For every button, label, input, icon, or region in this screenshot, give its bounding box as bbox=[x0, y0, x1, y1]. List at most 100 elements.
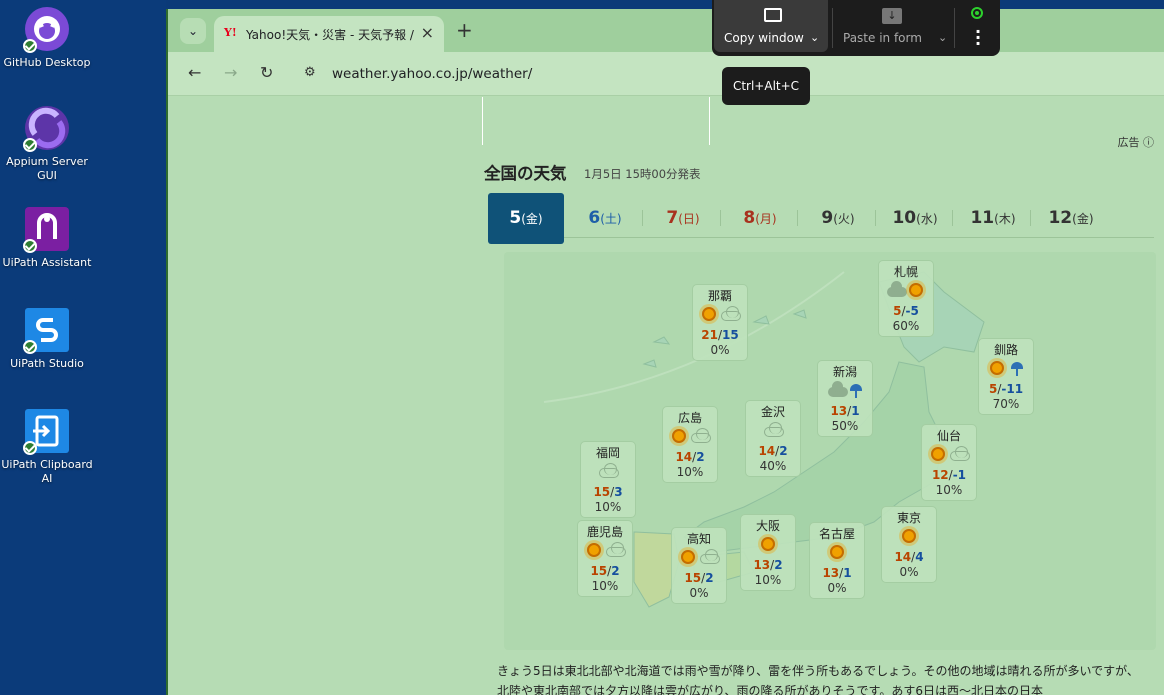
city-name: 高知 bbox=[686, 532, 711, 546]
city-name: 新潟 bbox=[832, 365, 857, 379]
high-temp: 14 bbox=[675, 450, 693, 464]
page-content: 広告 ⓘ 全国の天気 1月5日 15時00分発表 5(金) 6(土) 7(日) 8(月… bbox=[168, 97, 1164, 695]
tab-separator bbox=[1030, 210, 1031, 226]
day-tab-12[interactable]: 12(金) bbox=[1033, 198, 1109, 238]
weekday-label: (金) bbox=[521, 212, 543, 226]
city-forecast-card[interactable]: 札幌 5/-5 60% bbox=[878, 260, 934, 337]
umbrella-icon bbox=[850, 384, 862, 398]
city-forecast-card[interactable]: 新潟 13/1 50% bbox=[817, 360, 873, 437]
desktop-icon-uipath-studio[interactable]: UiPath Studio bbox=[0, 306, 96, 371]
low-temp: -1 bbox=[952, 468, 967, 482]
temperature: 14/2 bbox=[746, 444, 800, 459]
day-tab-10[interactable]: 10(水) bbox=[877, 198, 953, 238]
low-temp: 15 bbox=[722, 328, 739, 342]
reload-icon[interactable]: ↻ bbox=[260, 63, 273, 82]
more-options-icon[interactable]: · · · bbox=[974, 24, 982, 52]
uipath-clipboard-icon bbox=[23, 407, 71, 455]
desktop: GitHub Desktop Appium Server GUI UiPath … bbox=[0, 0, 166, 695]
high-temp: 13 bbox=[753, 558, 771, 572]
tab-yahoo-weather[interactable]: Y! Yahoo!天気・災害 - 天気予報 / 防 × bbox=[214, 16, 444, 52]
day-tab-8[interactable]: 8(月) bbox=[722, 198, 798, 238]
precip-probability: 10% bbox=[591, 579, 619, 593]
tab-search-button[interactable]: ⌄ bbox=[180, 18, 206, 44]
high-temp: 14 bbox=[758, 444, 776, 458]
precip-probability: 60% bbox=[892, 319, 920, 333]
chevron-down-icon[interactable]: ⌄ bbox=[810, 31, 819, 44]
precip-probability: 50% bbox=[831, 419, 859, 433]
cloud-icon bbox=[828, 381, 848, 397]
city-forecast-card[interactable]: 大阪 13/2 10% bbox=[740, 514, 796, 591]
day-tab-11[interactable]: 11(木) bbox=[955, 198, 1031, 238]
desktop-icon-github-desktop[interactable]: GitHub Desktop bbox=[0, 5, 96, 70]
cloud-icon bbox=[581, 461, 635, 485]
day-tab-9[interactable]: 9(火) bbox=[800, 198, 876, 238]
chevron-down-icon[interactable]: ⌄ bbox=[938, 31, 947, 44]
site-info-icon[interactable]: ⚙ bbox=[304, 65, 316, 80]
city-forecast-card[interactable]: 鹿児島 15/2 10% bbox=[577, 520, 633, 597]
desktop-icon-uipath-assistant[interactable]: UiPath Assistant bbox=[0, 205, 96, 270]
desktop-icon-uipath-clipboard-ai[interactable]: UiPath Clipboard AI bbox=[0, 407, 96, 486]
city-name: 名古屋 bbox=[818, 527, 855, 541]
day-tab-7[interactable]: 7(日) bbox=[645, 198, 721, 238]
day-number: 6 bbox=[588, 208, 601, 228]
city-forecast-card[interactable]: 東京 14/4 0% bbox=[881, 506, 937, 583]
sun-icon bbox=[990, 361, 1004, 375]
back-icon[interactable]: ← bbox=[188, 63, 201, 82]
city-forecast-card[interactable]: 高知 15/2 0% bbox=[671, 527, 727, 604]
divider bbox=[832, 8, 833, 48]
precip-probability: 0% bbox=[827, 581, 847, 595]
close-tab-icon[interactable]: × bbox=[421, 23, 434, 42]
weekday-label: (月) bbox=[755, 212, 777, 226]
forward-icon[interactable]: → bbox=[224, 63, 237, 82]
desktop-icon-label: GitHub Desktop bbox=[3, 56, 91, 69]
sun-icon bbox=[830, 545, 844, 559]
umbrella-icon bbox=[1011, 362, 1023, 376]
ad-label[interactable]: 広告 ⓘ bbox=[1118, 134, 1155, 150]
day-number: 7 bbox=[666, 208, 679, 228]
city-forecast-card[interactable]: 福岡 15/3 10% bbox=[580, 441, 636, 518]
yahoo-favicon-icon: Y! bbox=[224, 26, 237, 39]
desktop-icon-label: UiPath Assistant bbox=[2, 256, 92, 269]
sun-icon bbox=[761, 537, 775, 551]
sun-icon bbox=[681, 550, 695, 564]
desktop-icon-label: UiPath Studio bbox=[10, 357, 84, 370]
cloud-icon bbox=[746, 420, 800, 444]
ad-banner[interactable] bbox=[482, 97, 710, 145]
city-forecast-card[interactable]: 那覇 21/15 0% bbox=[692, 284, 748, 361]
city-forecast-card[interactable]: 広島 14/2 10% bbox=[662, 406, 718, 483]
precip-probability: 70% bbox=[992, 397, 1020, 411]
cloud-icon bbox=[764, 422, 784, 437]
low-temp: 2 bbox=[611, 564, 620, 578]
city-name: 釧路 bbox=[993, 343, 1018, 357]
city-forecast-card[interactable]: 名古屋 13/1 0% bbox=[809, 522, 865, 599]
day-tabs: 5(金) 6(土) 7(日) 8(月) 9(火) 10(水) 11(木) 12(金) bbox=[488, 193, 1154, 244]
city-forecast-card[interactable]: 仙台 12/-1 10% bbox=[921, 424, 977, 501]
day-tab-5[interactable]: 5(金) bbox=[488, 193, 564, 244]
forecast-summary: きょう5日は東北北部や北海道では雨や雪が降り、雷を伴う所もあるでしょう。その他の… bbox=[497, 664, 1139, 695]
precip-probability: 10% bbox=[676, 465, 704, 479]
day-number: 10 bbox=[892, 208, 917, 228]
cloud-rain-icon bbox=[818, 380, 872, 404]
low-temp: 1 bbox=[851, 404, 860, 418]
low-temp: -5 bbox=[905, 304, 919, 318]
day-tab-6[interactable]: 6(土) bbox=[567, 198, 643, 238]
japan-weather-map: 札幌 5/-5 60% 那覇 21/15 0% 釧路 5/-11 70% 新潟 13/1 50% 広島 1… bbox=[504, 252, 1156, 650]
city-forecast-card[interactable]: 金沢 14/2 40% bbox=[745, 400, 801, 477]
sun-icon bbox=[810, 542, 864, 566]
sun-cloud-icon bbox=[663, 426, 717, 450]
sun-icon bbox=[909, 283, 923, 297]
precip-probability: 10% bbox=[935, 483, 963, 497]
copy-window-button[interactable]: Copy window ⌄ bbox=[714, 0, 828, 52]
day-number: 8 bbox=[743, 208, 756, 228]
temperature: 5/-11 bbox=[979, 382, 1033, 397]
paste-in-form-button[interactable]: ↓ Paste in form ⌄ bbox=[834, 0, 950, 52]
new-tab-button[interactable]: + bbox=[456, 18, 473, 42]
desktop-icon-appium-server-gui[interactable]: Appium Server GUI bbox=[0, 104, 96, 183]
cloud-icon bbox=[887, 281, 907, 297]
precip-probability: 10% bbox=[754, 573, 782, 587]
city-forecast-card[interactable]: 釧路 5/-11 70% bbox=[978, 338, 1034, 415]
browser-window: ⌄ Y! Yahoo!天気・災害 - 天気予報 / 防 × + ← → ↻ ⚙ … bbox=[166, 9, 1164, 695]
city-name: 那覇 bbox=[707, 289, 732, 303]
capture-toolbar: Copy window ⌄ ↓ Paste in form ⌄ · · · bbox=[712, 0, 1000, 56]
shortcut-tooltip: Ctrl+Alt+C bbox=[722, 67, 810, 105]
